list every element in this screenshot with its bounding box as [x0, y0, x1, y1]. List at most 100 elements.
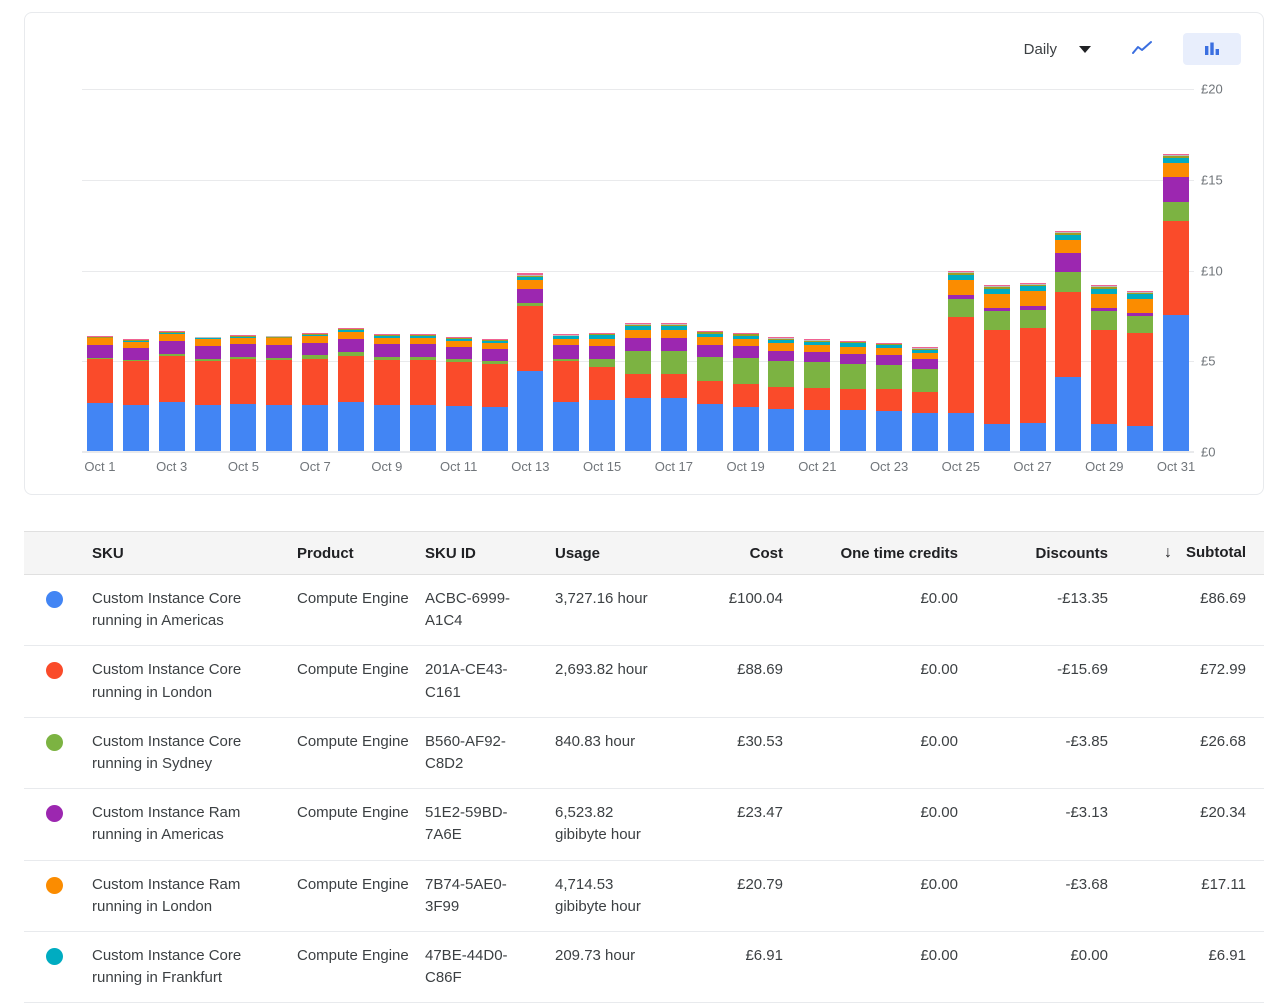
cell-subtotal: £6.91: [1116, 931, 1264, 1003]
chart-bar-segment: [876, 364, 903, 390]
chart-bar-segment: [1127, 425, 1154, 452]
chart-bar[interactable]: [86, 335, 113, 452]
column-header-product[interactable]: Product: [289, 531, 417, 575]
chart-bar-segment: [194, 404, 221, 452]
chart-bar-segment: [804, 387, 831, 411]
chart-bar[interactable]: [481, 339, 508, 452]
chart-bar-segment: [1019, 327, 1046, 423]
cell-product: Compute Engine: [289, 717, 417, 790]
chart-bar[interactable]: [1055, 231, 1082, 452]
chart-bar-segment: [876, 348, 903, 355]
column-header-cost[interactable]: Cost: [669, 531, 791, 575]
chart-bar[interactable]: [445, 337, 472, 452]
chart-bar[interactable]: [876, 342, 903, 452]
chart-bar-segment: [158, 333, 185, 341]
chart-bar-segment: [589, 366, 616, 401]
cell-one-time-credits: £0.00: [791, 860, 966, 932]
chart-bar[interactable]: [732, 332, 759, 452]
table-row[interactable]: Custom Instance Ram running in London Com…: [24, 860, 1264, 932]
chart-bar-segment: [122, 404, 149, 452]
cell-sku-id: ACBC-6999-A1C4: [417, 574, 547, 647]
chart-bar[interactable]: [302, 333, 329, 452]
x-axis-tick-label: Oct 21: [798, 459, 837, 474]
cell-product: Compute Engine: [289, 788, 417, 861]
chart-bar[interactable]: [804, 338, 831, 452]
cell-subtotal: £72.99: [1116, 645, 1264, 718]
chart-bar[interactable]: [194, 336, 221, 452]
chart-bar[interactable]: [1127, 290, 1154, 452]
cell-one-time-credits: £0.00: [791, 788, 966, 861]
chart-bar-segment: [911, 359, 938, 369]
x-axis-tick-label: Oct 11: [439, 459, 478, 474]
column-header-discounts[interactable]: Discounts: [966, 531, 1116, 575]
chart-bar-segment: [660, 351, 687, 374]
chart-bar-segment: [840, 388, 867, 411]
table-row[interactable]: Custom Instance Core running in London Co…: [24, 645, 1264, 718]
chart-bar[interactable]: [983, 284, 1010, 452]
chart-bar-segment: [158, 355, 185, 403]
column-header-sku[interactable]: SKU: [84, 531, 289, 575]
chart-bar[interactable]: [158, 331, 185, 452]
chart-bar-segment: [409, 344, 436, 357]
chart-bar[interactable]: [338, 328, 365, 452]
cell-discounts: -£3.85: [966, 717, 1116, 790]
column-header-subtotal[interactable]: ↓ Subtotal: [1116, 531, 1264, 575]
y-axis-tick-label: £10: [1201, 263, 1223, 278]
row-color-dot: [24, 717, 84, 790]
cell-cost: £30.53: [669, 717, 791, 790]
chart-bar[interactable]: [517, 273, 544, 452]
cell-subtotal: £86.69: [1116, 574, 1264, 647]
chart-bar[interactable]: [911, 347, 938, 452]
chart-bar[interactable]: [1091, 284, 1118, 452]
chart-bar-segment: [732, 383, 759, 407]
cell-usage: 209.73 hour: [547, 931, 669, 1003]
chart-bar[interactable]: [840, 340, 867, 452]
chart-x-axis: [82, 451, 1194, 452]
chart-bar[interactable]: [660, 323, 687, 452]
chart-bar[interactable]: [1019, 282, 1046, 452]
chart-bar-segment: [840, 346, 867, 354]
series-color-dot: [45, 662, 63, 680]
cell-discounts: -£3.13: [966, 788, 1116, 861]
chart-bar-segment: [768, 361, 795, 387]
column-header-color: [24, 531, 84, 575]
chart-bar[interactable]: [122, 339, 149, 452]
chart-bar-segment: [266, 404, 293, 452]
chart-bar-segment: [660, 373, 687, 399]
chart-bar-segment: [696, 344, 723, 357]
series-color-dot: [45, 805, 63, 823]
table-row[interactable]: Custom Instance Core running in Americas…: [24, 574, 1264, 647]
x-axis-tick-label: Oct 29: [1085, 459, 1124, 474]
cell-sku-id: B560-AF92-C8D2: [417, 717, 547, 790]
cell-one-time-credits: £0.00: [791, 645, 966, 718]
column-header-sku-id[interactable]: SKU ID: [417, 531, 547, 575]
chart-bar[interactable]: [1163, 154, 1190, 452]
table-row[interactable]: Custom Instance Core running in Frankfur…: [24, 931, 1264, 1003]
cost-breakdown-table: SKU Product SKU ID Usage Cost One time c…: [24, 531, 1264, 1003]
column-header-one-time-credits[interactable]: One time credits: [791, 531, 966, 575]
cell-product: Compute Engine: [289, 645, 417, 718]
chart-bar[interactable]: [553, 333, 580, 452]
chart-bar-segment: [911, 392, 938, 413]
chart-bar[interactable]: [230, 334, 257, 452]
chart-bar-segment: [1163, 220, 1190, 315]
chart-bar[interactable]: [768, 337, 795, 452]
chart-bar[interactable]: [373, 334, 400, 452]
row-color-dot: [24, 574, 84, 647]
chart-bar[interactable]: [589, 332, 616, 452]
chart-bar-segment: [338, 339, 365, 352]
chart-bar-segment: [373, 344, 400, 357]
chart-bar[interactable]: [696, 330, 723, 452]
chart-bar-segment: [696, 356, 723, 382]
column-header-usage[interactable]: Usage: [547, 531, 669, 575]
table-row[interactable]: Custom Instance Core running in Sydney Co…: [24, 717, 1264, 790]
series-color-dot: [45, 733, 63, 751]
chart-bar[interactable]: [625, 323, 651, 452]
cell-product: Compute Engine: [289, 574, 417, 647]
chart-bar[interactable]: [409, 334, 436, 452]
table-row[interactable]: Custom Instance Ram running in Americas C…: [24, 788, 1264, 861]
chart-bar[interactable]: [266, 335, 293, 452]
chart-bar[interactable]: [947, 270, 974, 452]
cell-subtotal: £17.11: [1116, 860, 1264, 932]
cell-usage: 840.83 hour: [547, 717, 669, 790]
